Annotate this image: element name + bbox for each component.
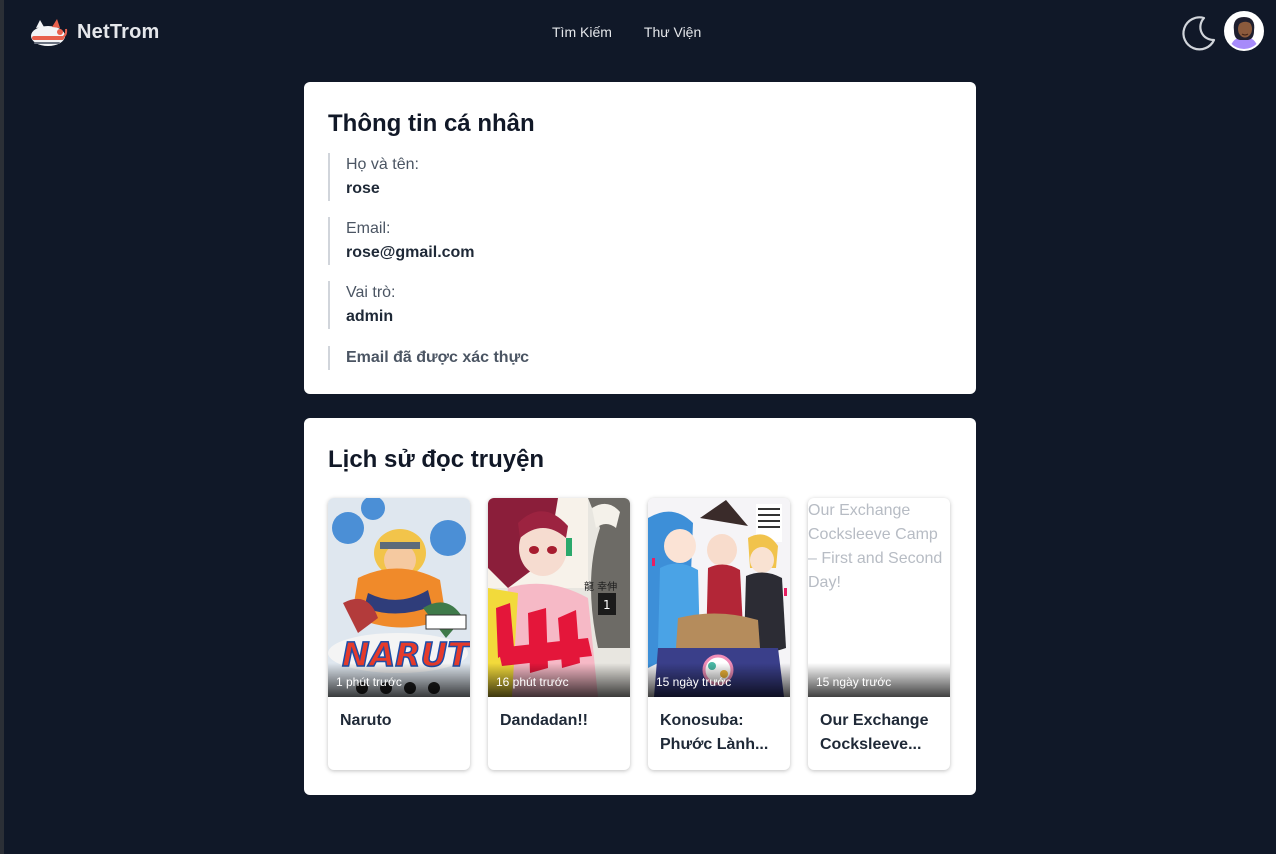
name-field: Họ và tên: rose — [328, 153, 419, 201]
user-avatar[interactable] — [1224, 11, 1264, 51]
role-field: Vai trò: admin — [328, 281, 396, 329]
broken-image-alt-text: Our Exchange Cocksleeve Camp – First and… — [808, 502, 943, 591]
main-nav: Tìm Kiếm Thư Viện — [552, 24, 701, 40]
comic-title[interactable]: Our Exchange Cocksleeve... — [820, 709, 940, 757]
comic-card[interactable]: NARUTO 1 phút trước Naruto — [328, 498, 470, 770]
comic-card[interactable]: 1 龍 幸伸 16 phút trước Dandadan!! — [488, 498, 630, 770]
read-time: 15 ngày trước — [656, 675, 732, 689]
role-label: Vai trò: — [346, 284, 396, 301]
name-label: Họ và tên: — [346, 156, 419, 173]
name-value: rose — [346, 180, 380, 197]
avatar-image — [1226, 13, 1262, 49]
comic-card[interactable]: Our Exchange Cocksleeve Camp – First and… — [808, 498, 950, 770]
role-value: admin — [346, 308, 394, 325]
profile-heading: Thông tin cá nhân — [328, 110, 535, 137]
comic-title[interactable]: Naruto — [340, 709, 460, 733]
comic-cover: NARUTO 1 phút trước — [328, 498, 470, 697]
read-time: 16 phút trước — [496, 675, 569, 689]
comic-title[interactable]: Konosuba: Phước Lành... — [660, 709, 780, 757]
email-field: Email: rose@gmail.com — [328, 217, 475, 265]
reading-history-card: Lịch sử đọc truyện NARUTO — [304, 418, 976, 795]
comic-cover: Our Exchange Cocksleeve Camp – First and… — [808, 498, 950, 697]
svg-text:1: 1 — [603, 598, 611, 612]
comic-title[interactable]: Dandadan!! — [500, 709, 620, 733]
nav-search-link[interactable]: Tìm Kiếm — [552, 24, 612, 40]
verified-field: Email đã được xác thực — [328, 346, 529, 370]
email-value: rose@gmail.com — [346, 244, 475, 261]
history-grid: NARUTO 1 phút trước Naruto — [328, 498, 950, 770]
svg-text:龍 幸伸: 龍 幸伸 — [584, 580, 617, 593]
profile-card: Thông tin cá nhân Họ và tên: rose Email:… — [304, 82, 976, 394]
app-name: NetTrom — [77, 20, 160, 43]
comic-card[interactable]: 15 ngày trước Konosuba: Phước Lành... — [648, 498, 790, 770]
email-label: Email: — [346, 220, 391, 237]
comic-cover: 1 龍 幸伸 16 phút trước — [488, 498, 630, 697]
read-time: 1 phút trước — [336, 675, 402, 689]
window-edge — [0, 0, 4, 854]
comic-cover: 15 ngày trước — [648, 498, 790, 697]
top-navbar: NetTrom Tìm Kiếm Thư Viện — [0, 0, 1276, 64]
moon-icon[interactable] — [1180, 14, 1218, 52]
cat-logo-icon — [31, 19, 68, 46]
brand-link[interactable]: NetTrom — [30, 16, 160, 48]
email-verified-status: Email đã được xác thực — [346, 349, 530, 366]
read-time: 15 ngày trước — [816, 675, 892, 689]
nav-library-link[interactable]: Thư Viện — [644, 24, 701, 40]
history-heading: Lịch sử đọc truyện — [328, 446, 545, 473]
